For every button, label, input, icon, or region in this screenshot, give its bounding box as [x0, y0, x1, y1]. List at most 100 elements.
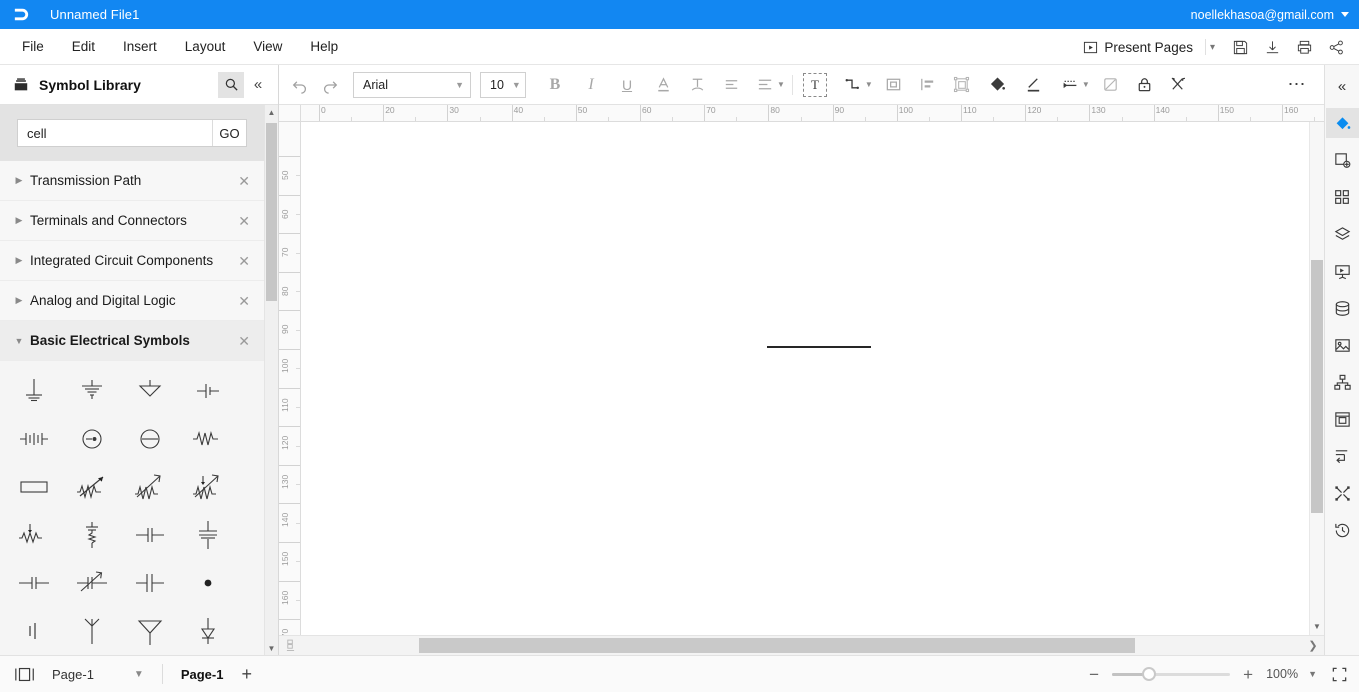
zoom-out-button[interactable]: −	[1086, 666, 1102, 683]
category-integrated-circuit-components[interactable]: ▶ Integrated Circuit Components ✕	[0, 241, 264, 281]
symbol-battery-multicell[interactable]	[10, 415, 58, 463]
canvas-horizontal-scrollbar[interactable]: ❯	[279, 635, 1324, 655]
line-spacing-icon[interactable]	[750, 70, 780, 100]
font-size-select[interactable]: 10 ▼	[480, 71, 526, 98]
horizontal-ruler[interactable]: 0203040506070809010011012013014015016017…	[301, 105, 1324, 121]
symbol-chassis-ground[interactable]	[68, 367, 116, 415]
menu-file[interactable]: File	[8, 35, 58, 58]
menu-edit[interactable]: Edit	[58, 35, 109, 58]
search-icon[interactable]	[218, 71, 244, 98]
text-shadow-icon[interactable]	[682, 70, 712, 100]
vertical-ruler[interactable]: 5060708090100110120130140150160170180	[279, 122, 301, 635]
callout-icon[interactable]	[1326, 441, 1359, 471]
search-go-button[interactable]: GO	[212, 120, 246, 146]
line-style-icon[interactable]	[1055, 70, 1085, 100]
menu-view[interactable]: View	[239, 35, 296, 58]
symbol-earth-ground[interactable]	[10, 367, 58, 415]
symbol-polarized-capacitor[interactable]	[184, 511, 232, 559]
collapse-panel-icon[interactable]: «	[1326, 71, 1359, 101]
font-family-select[interactable]: Arial ▼	[353, 71, 471, 98]
scatter-nodes-icon[interactable]	[1326, 478, 1359, 508]
sidebar-scrollbar[interactable]: ▲ ▼	[264, 105, 278, 655]
bold-button[interactable]: B	[540, 70, 570, 100]
canvas-vertical-scrollbar[interactable]: ▼	[1309, 122, 1324, 635]
close-x-icon[interactable]: ✕	[238, 254, 250, 268]
page-select[interactable]: Page-1 ▼	[42, 667, 154, 682]
print-icon[interactable]	[1289, 32, 1319, 62]
symbol-variable-capacitor[interactable]	[68, 559, 116, 607]
symbol-feedthrough-capacitor[interactable]	[10, 559, 58, 607]
menu-help[interactable]: Help	[296, 35, 352, 58]
page-view-icon[interactable]	[8, 667, 42, 682]
symbol-diode[interactable]	[184, 607, 232, 655]
underline-button[interactable]: U	[612, 70, 642, 100]
fill-color-icon[interactable]	[983, 70, 1013, 100]
double-chevron-left-icon[interactable]: «	[246, 72, 270, 98]
tools-icon[interactable]	[1164, 70, 1194, 100]
italic-button[interactable]: I	[576, 70, 606, 100]
grid-layout-icon[interactable]	[1326, 182, 1359, 212]
symbol-capacitor[interactable]	[126, 511, 174, 559]
symbol-rheostat[interactable]	[184, 463, 232, 511]
save-icon[interactable]	[1225, 32, 1255, 62]
category-terminals-and-connectors[interactable]: ▶ Terminals and Connectors ✕	[0, 201, 264, 241]
zoom-slider-knob[interactable]	[1142, 667, 1157, 681]
symbol-signal-ground[interactable]	[126, 367, 174, 415]
symbol-potentiometer-arrow[interactable]	[126, 463, 174, 511]
presentation-icon[interactable]	[1326, 256, 1359, 286]
drawing-canvas[interactable]	[301, 122, 1309, 635]
more-options-icon[interactable]: ⋯	[1282, 70, 1312, 100]
symbol-junction-dot[interactable]	[184, 559, 232, 607]
fill-style-icon[interactable]	[1325, 108, 1359, 138]
zoom-in-button[interactable]: +	[1240, 666, 1256, 683]
align-text-icon[interactable]	[716, 70, 746, 100]
menu-insert[interactable]: Insert	[109, 35, 171, 58]
symbol-shielded-capacitor[interactable]	[126, 559, 174, 607]
page-tab-page-1[interactable]: Page-1	[171, 667, 234, 682]
category-basic-electrical-symbols[interactable]: ▼ Basic Electrical Symbols ✕	[0, 321, 264, 361]
group-icon[interactable]	[947, 70, 977, 100]
scroll-down-arrow-icon[interactable]: ▼	[265, 641, 278, 655]
symbol-antenna-dipole[interactable]	[68, 607, 116, 655]
chevron-down-icon[interactable]: ▼	[1308, 669, 1317, 679]
scroll-up-arrow-icon[interactable]: ▲	[265, 105, 278, 119]
font-color-icon[interactable]	[648, 70, 678, 100]
close-x-icon[interactable]: ✕	[238, 294, 250, 308]
symbol-thermistor[interactable]	[10, 511, 58, 559]
menu-layout[interactable]: Layout	[171, 35, 240, 58]
redo-arrow-icon[interactable]	[315, 70, 345, 100]
close-x-icon[interactable]: ✕	[238, 214, 250, 228]
symbol-circle-line-source[interactable]	[126, 415, 174, 463]
container-icon[interactable]	[1326, 404, 1359, 434]
symbol-antenna-triangle[interactable]	[126, 607, 174, 655]
symbol-terminal[interactable]	[10, 607, 58, 655]
line-color-icon[interactable]	[1019, 70, 1049, 100]
symbol-varistor[interactable]	[68, 511, 116, 559]
present-pages-button[interactable]: Present Pages	[1079, 37, 1199, 58]
symbol-resistor-box[interactable]	[10, 463, 58, 511]
sidebar-scroll-thumb[interactable]	[266, 123, 277, 301]
database-icon[interactable]	[1326, 293, 1359, 323]
category-transmission-path[interactable]: ▶ Transmission Path ✕	[0, 161, 264, 201]
symbol-variable-resistor-arrow[interactable]	[68, 463, 116, 511]
canvas-vscroll-thumb[interactable]	[1311, 260, 1323, 513]
zoom-slider[interactable]	[1112, 667, 1231, 681]
shape-settings-icon[interactable]	[1326, 145, 1359, 175]
category-analog-and-digital-logic[interactable]: ▶ Analog and Digital Logic ✕	[0, 281, 264, 321]
download-icon[interactable]	[1257, 32, 1287, 62]
shape-format-icon[interactable]	[1096, 70, 1126, 100]
search-input[interactable]	[18, 120, 212, 146]
hscroll-thumb[interactable]	[419, 638, 1135, 653]
hscroll-track[interactable]	[301, 636, 1302, 655]
undo-arrow-icon[interactable]	[285, 70, 315, 100]
symbol-resistor-zigzag[interactable]	[184, 415, 232, 463]
symbol-circle-dot-source[interactable]	[68, 415, 116, 463]
add-page-button[interactable]: +	[233, 665, 260, 683]
share-icon[interactable]	[1321, 32, 1351, 62]
close-x-icon[interactable]: ✕	[238, 334, 250, 348]
layers-icon[interactable]	[1326, 219, 1359, 249]
sidebar-scroll-track[interactable]	[265, 119, 278, 641]
history-icon[interactable]	[1326, 515, 1359, 545]
symbol-single-cell[interactable]	[184, 367, 232, 415]
horizontal-line-shape[interactable]	[767, 346, 871, 348]
